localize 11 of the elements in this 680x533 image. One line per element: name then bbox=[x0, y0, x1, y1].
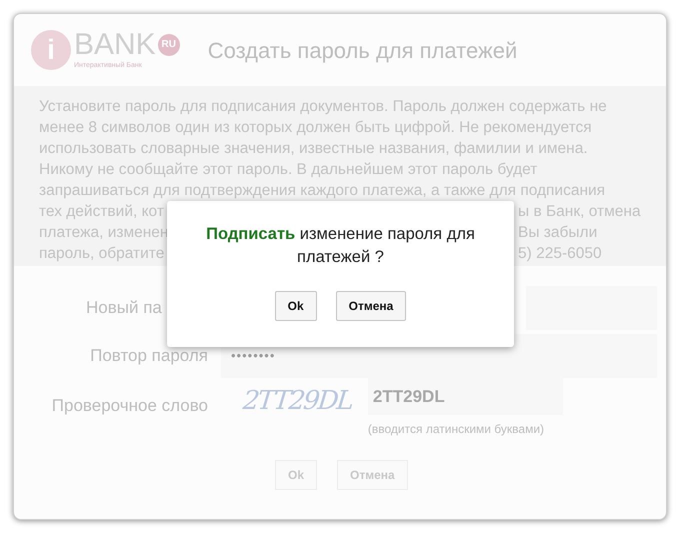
captcha-field[interactable]: 2TT29DL bbox=[368, 378, 563, 415]
logo-tag: RU bbox=[158, 34, 180, 56]
field-hint: (вводится латинскими буквами) bbox=[368, 421, 546, 438]
dialog-message: Подписать изменение пароля для платежей ? bbox=[205, 224, 476, 268]
ok-button[interactable]: Ok bbox=[274, 291, 317, 321]
field-label: Новый па bbox=[86, 298, 162, 317]
field-label: Проверочное слово bbox=[52, 396, 208, 415]
captcha-image: 2TT29DL bbox=[240, 385, 355, 418]
page-title: Создать пароль для платежей bbox=[208, 36, 518, 65]
cancel-button[interactable]: Отмена bbox=[336, 291, 406, 321]
field-label: Повтор пароля bbox=[90, 346, 208, 365]
